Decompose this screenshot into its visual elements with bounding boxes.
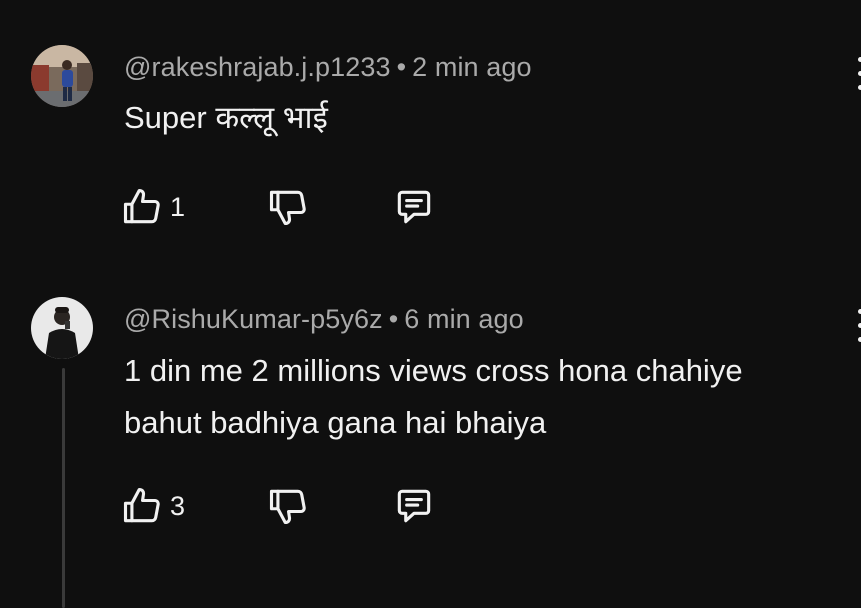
avatar[interactable]: [31, 45, 93, 107]
comment-time: 6 min ago: [404, 304, 524, 334]
comment-text: 1 din me 2 millions views cross hona cha…: [124, 345, 743, 449]
like-count: 3: [170, 490, 186, 521]
reply-thread-line: [62, 368, 65, 608]
thumbs-up-icon: [123, 188, 160, 224]
comment-author[interactable]: @RishuKumar-p5y6z: [124, 304, 383, 334]
avatar[interactable]: [31, 297, 93, 359]
thumbs-down-icon: [269, 190, 306, 226]
comment-1: @rakeshrajab.j.p1233 • 2 min ago Super कल्…: [0, 0, 861, 270]
thumbs-up-icon: [123, 487, 160, 523]
more-options-button[interactable]: [852, 54, 861, 94]
like-button[interactable]: 1: [120, 185, 185, 229]
comment-meta: @rakeshrajab.j.p1233 • 2 min ago: [124, 52, 532, 83]
comment-text: Super कल्लू भाई: [124, 92, 328, 144]
comment-2: @RishuKumar-p5y6z • 6 min ago 1 din me 2 m…: [0, 270, 861, 596]
comment-text-line: bahut badhiya gana hai bhaiya: [124, 405, 547, 440]
comment-meta: @RishuKumar-p5y6z • 6 min ago: [124, 304, 524, 335]
more-options-button[interactable]: [852, 306, 861, 346]
reply-comment-icon: [397, 489, 431, 523]
reply-button[interactable]: [392, 185, 436, 229]
comment-text-line: 1 din me 2 millions views cross hona cha…: [124, 353, 743, 388]
comment-text-line: Super कल्लू भाई: [124, 100, 328, 135]
reply-button[interactable]: [392, 484, 436, 528]
user-avatar-icon: [31, 297, 93, 359]
reply-comment-icon: [397, 190, 431, 224]
meta-separator: •: [388, 304, 399, 334]
dislike-button[interactable]: [266, 185, 310, 229]
user-avatar-icon: [31, 45, 93, 107]
like-count: 1: [170, 191, 186, 222]
meta-separator: •: [396, 52, 407, 82]
dislike-button[interactable]: [266, 484, 310, 528]
comment-author[interactable]: @rakeshrajab.j.p1233: [124, 52, 391, 82]
thumbs-down-icon: [269, 489, 306, 525]
comment-time: 2 min ago: [412, 52, 532, 82]
like-button[interactable]: 3: [120, 484, 185, 528]
